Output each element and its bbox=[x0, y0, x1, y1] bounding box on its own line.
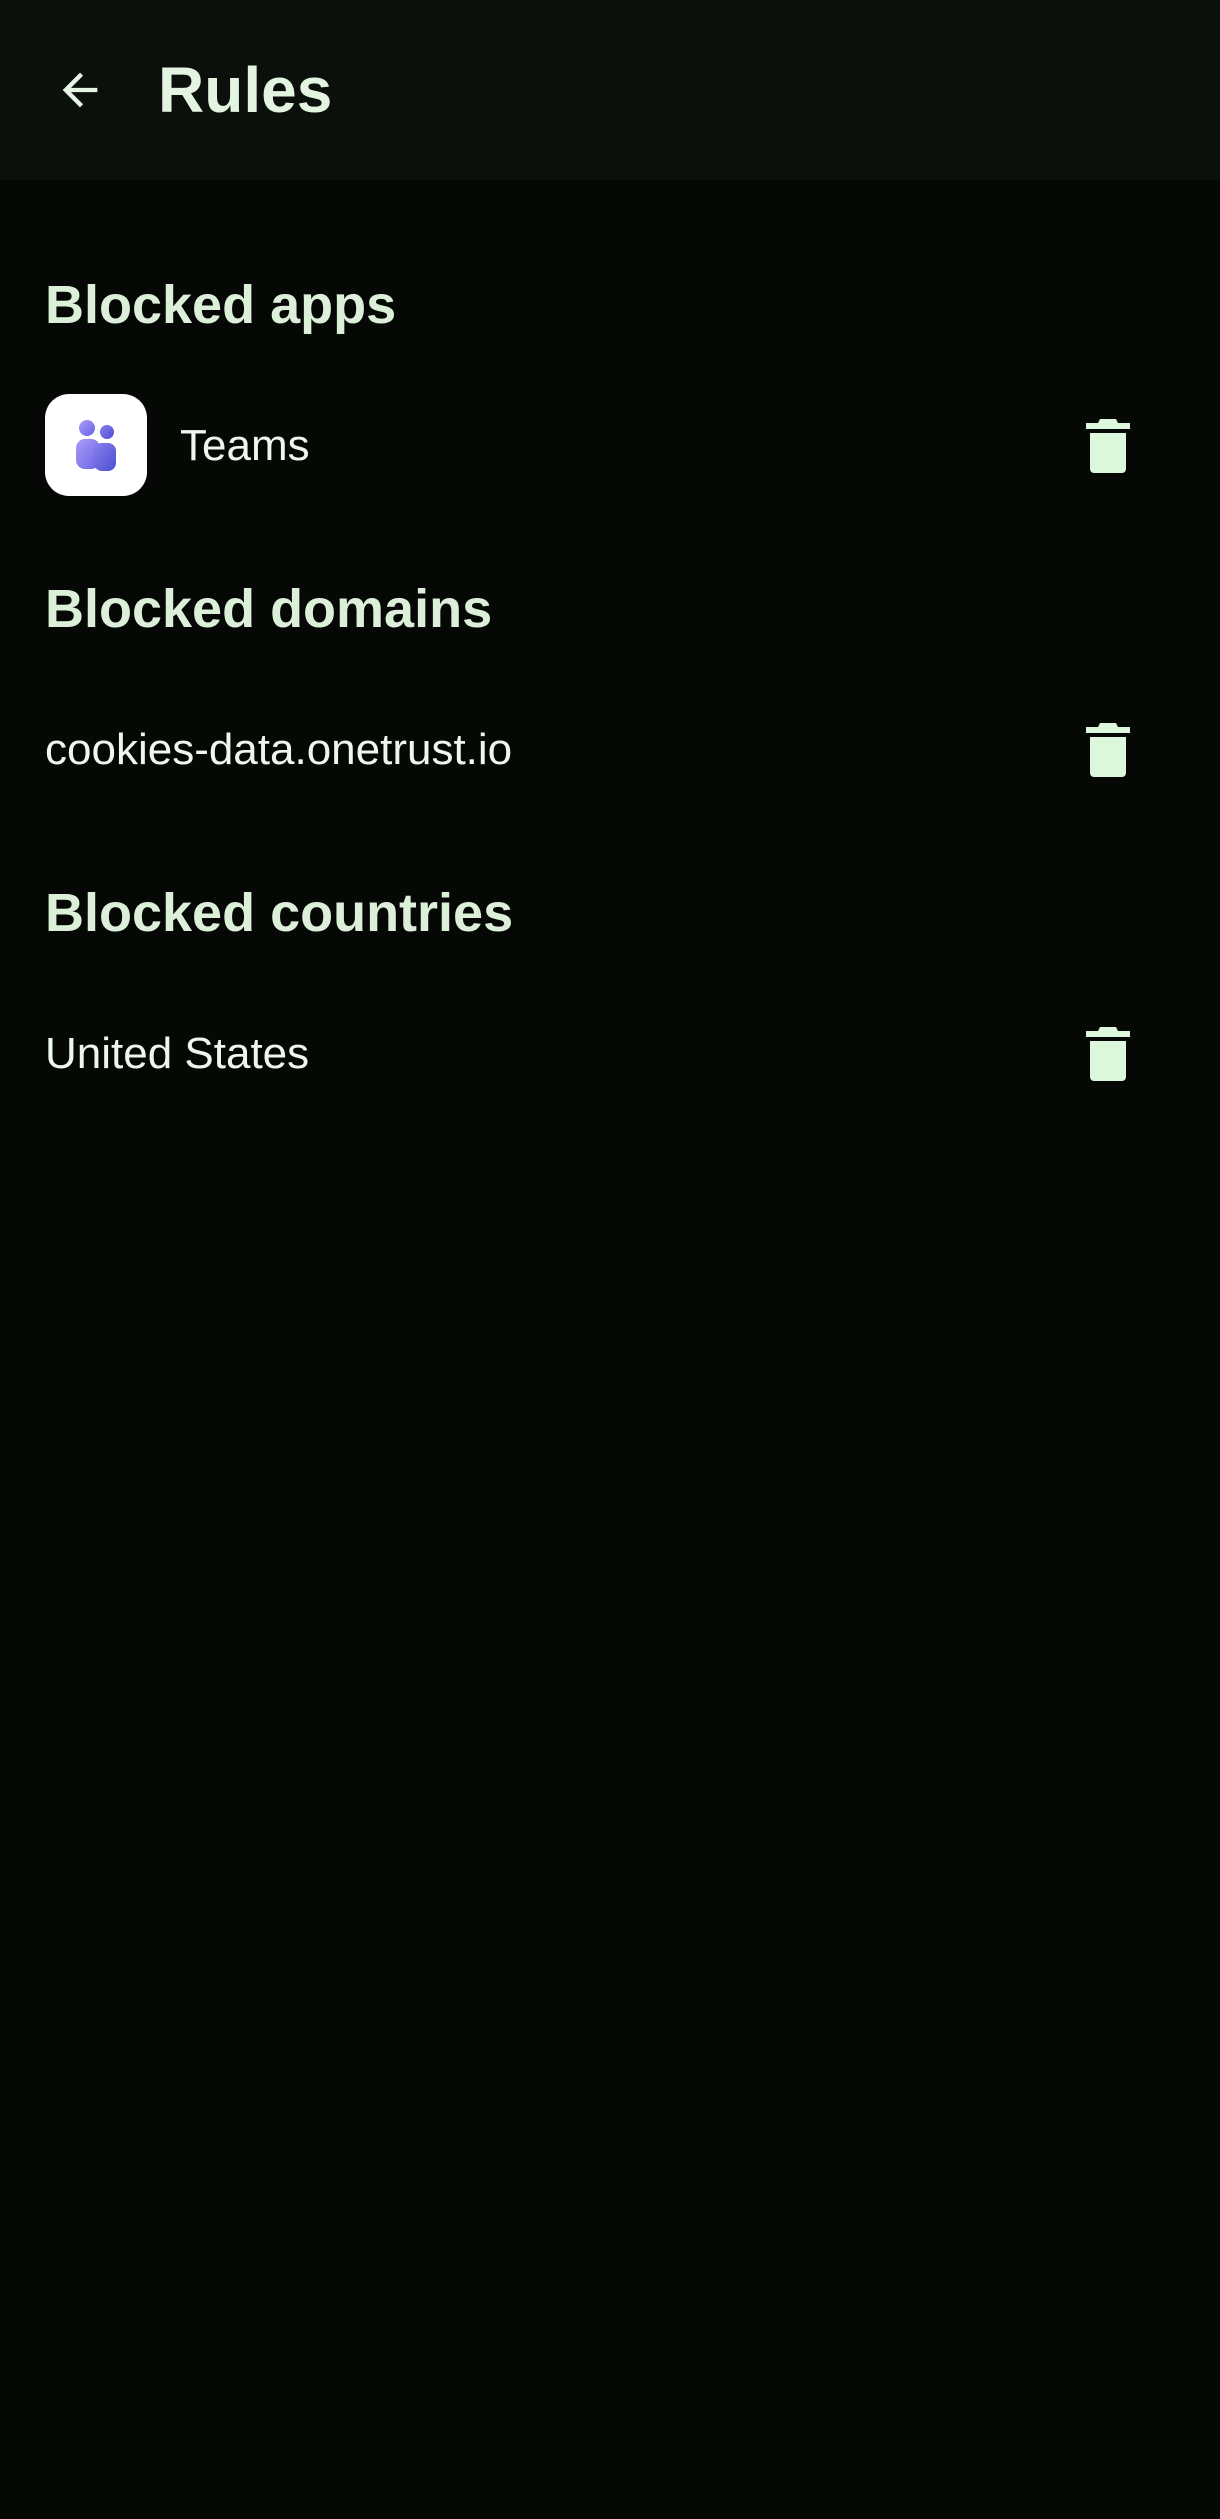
list-item-blocked-app: Teams bbox=[0, 386, 1220, 506]
blocked-app-name: Teams bbox=[180, 421, 310, 470]
list-item-blocked-domain: cookies-data.onetrust.io bbox=[0, 690, 1220, 810]
teams-app-icon bbox=[45, 394, 147, 496]
top-app-bar: Rules bbox=[0, 0, 1220, 180]
trash-icon bbox=[1086, 1027, 1130, 1081]
back-button[interactable] bbox=[40, 50, 120, 130]
delete-country-rule-button[interactable] bbox=[1072, 1012, 1144, 1096]
blocked-domain-name: cookies-data.onetrust.io bbox=[45, 725, 513, 774]
delete-domain-rule-button[interactable] bbox=[1072, 708, 1144, 792]
trash-icon bbox=[1086, 723, 1130, 777]
section-title-blocked-domains: Blocked domains bbox=[45, 579, 493, 639]
blocked-country-name: United States bbox=[45, 1029, 310, 1078]
section-title-blocked-countries: Blocked countries bbox=[45, 883, 514, 943]
arrow-left-icon bbox=[62, 72, 98, 108]
delete-app-rule-button[interactable] bbox=[1072, 404, 1144, 488]
page-title: Rules bbox=[158, 54, 333, 126]
section-title-blocked-apps: Blocked apps bbox=[45, 275, 397, 335]
trash-icon bbox=[1086, 419, 1130, 473]
list-item-blocked-country: United States bbox=[0, 994, 1220, 1114]
